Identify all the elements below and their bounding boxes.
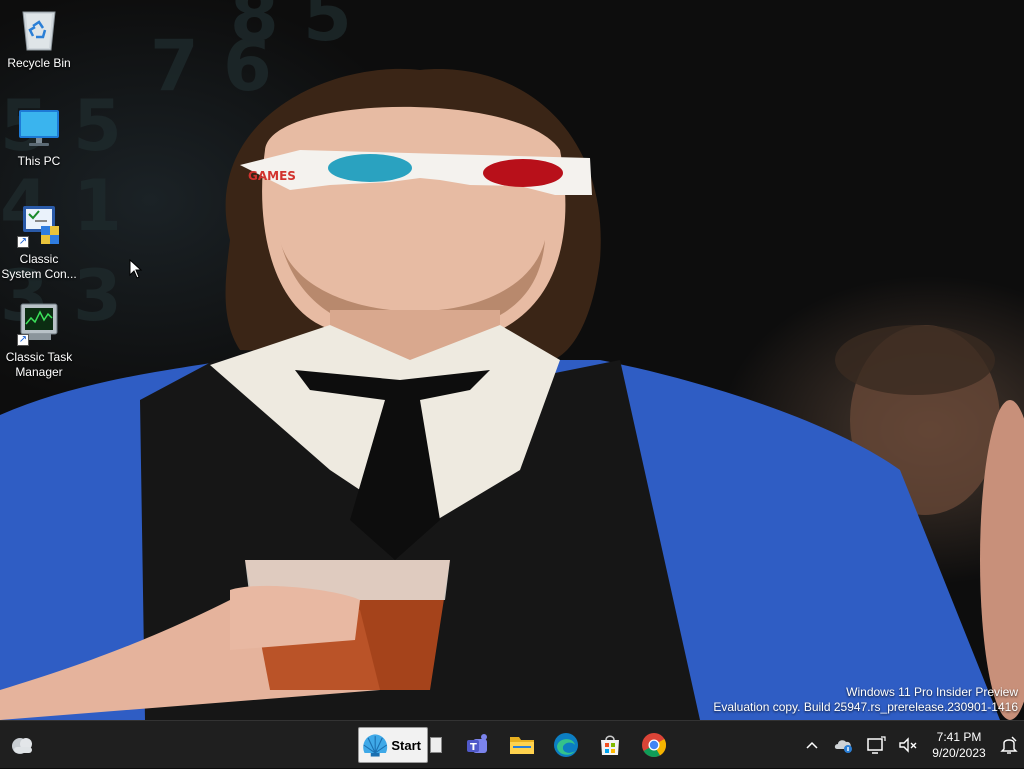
- desktop-icon-classic-system-control[interactable]: ↗ Classic System Con...: [0, 204, 78, 282]
- taskbar-app-store[interactable]: [590, 726, 630, 764]
- desktop-icon-label: Classic System Con...: [1, 252, 77, 281]
- glasses-logo-text: GAMES: [248, 169, 296, 183]
- taskbar-app-teams[interactable]: T: [458, 726, 498, 764]
- system-tray: 7:41 PM 9/20/2023: [796, 721, 1024, 769]
- desktop-wallpaper: 5 54 13 3 7 68 5 GAMES: [0, 0, 1024, 720]
- store-icon: [601, 735, 619, 755]
- windows-evaluation-watermark: Windows 11 Pro Insider Preview Evaluatio…: [713, 685, 1018, 715]
- desktop-icon-label: Recycle Bin: [7, 56, 71, 70]
- clock-date: 9/20/2023: [932, 746, 986, 760]
- folder-icon: [510, 737, 534, 754]
- start-shell-icon: [363, 734, 388, 757]
- recycle-bin-icon: [17, 8, 61, 52]
- chevron-up-icon[interactable]: [796, 729, 828, 761]
- desktop-icon-recycle-bin[interactable]: Recycle Bin: [0, 8, 78, 71]
- edge-icon: [554, 733, 578, 757]
- shortcut-arrow-icon: ↗: [17, 334, 29, 346]
- shortcut-arrow-icon: ↗: [17, 236, 29, 248]
- desktop-icon-classic-task-manager[interactable]: ↗ Classic Task Manager: [0, 302, 78, 380]
- svg-text:T: T: [470, 742, 477, 753]
- desktop-icon-label: Classic Task Manager: [5, 350, 73, 379]
- watermark-build: Evaluation copy. Build 25947.rs_prerelea…: [713, 700, 1018, 714]
- watermark-edition: Windows 11 Pro Insider Preview: [846, 685, 1018, 699]
- desktop-icon-label: This PC: [17, 154, 61, 168]
- taskbar-clock[interactable]: 7:41 PM 9/20/2023: [926, 729, 992, 761]
- taskbar: Start T 7:41 PM 9/20/2023: [0, 720, 1024, 768]
- widgets-weather-icon[interactable]: [8, 731, 36, 759]
- volume-muted-icon[interactable]: [892, 729, 924, 761]
- start-button[interactable]: Start: [358, 727, 428, 763]
- onedrive-icon[interactable]: [828, 729, 860, 761]
- display-icon[interactable]: [860, 729, 892, 761]
- start-label: Start: [391, 737, 421, 753]
- task-manager-icon: ↗: [17, 302, 61, 346]
- mouse-cursor-icon: [129, 259, 143, 279]
- notification-icon[interactable]: [994, 729, 1024, 761]
- teams-icon: T: [467, 734, 487, 753]
- task-view-button[interactable]: [430, 737, 442, 753]
- clock-time: 7:41 PM: [936, 730, 982, 744]
- wallpaper-photo: 5 54 13 3 7 68 5 GAMES: [0, 0, 1024, 720]
- control-panel-icon: ↗: [17, 204, 61, 248]
- taskbar-app-file-explorer[interactable]: [502, 726, 542, 764]
- taskbar-app-chrome[interactable]: [634, 726, 674, 764]
- taskbar-app-edge[interactable]: [546, 726, 586, 764]
- desktop-icon-this-pc[interactable]: This PC: [0, 106, 78, 169]
- monitor-icon: [17, 106, 61, 150]
- chrome-icon: [642, 733, 667, 758]
- svg-text:8 5: 8 5: [230, 0, 352, 57]
- taskbar-pinned-apps: Start T: [358, 725, 678, 765]
